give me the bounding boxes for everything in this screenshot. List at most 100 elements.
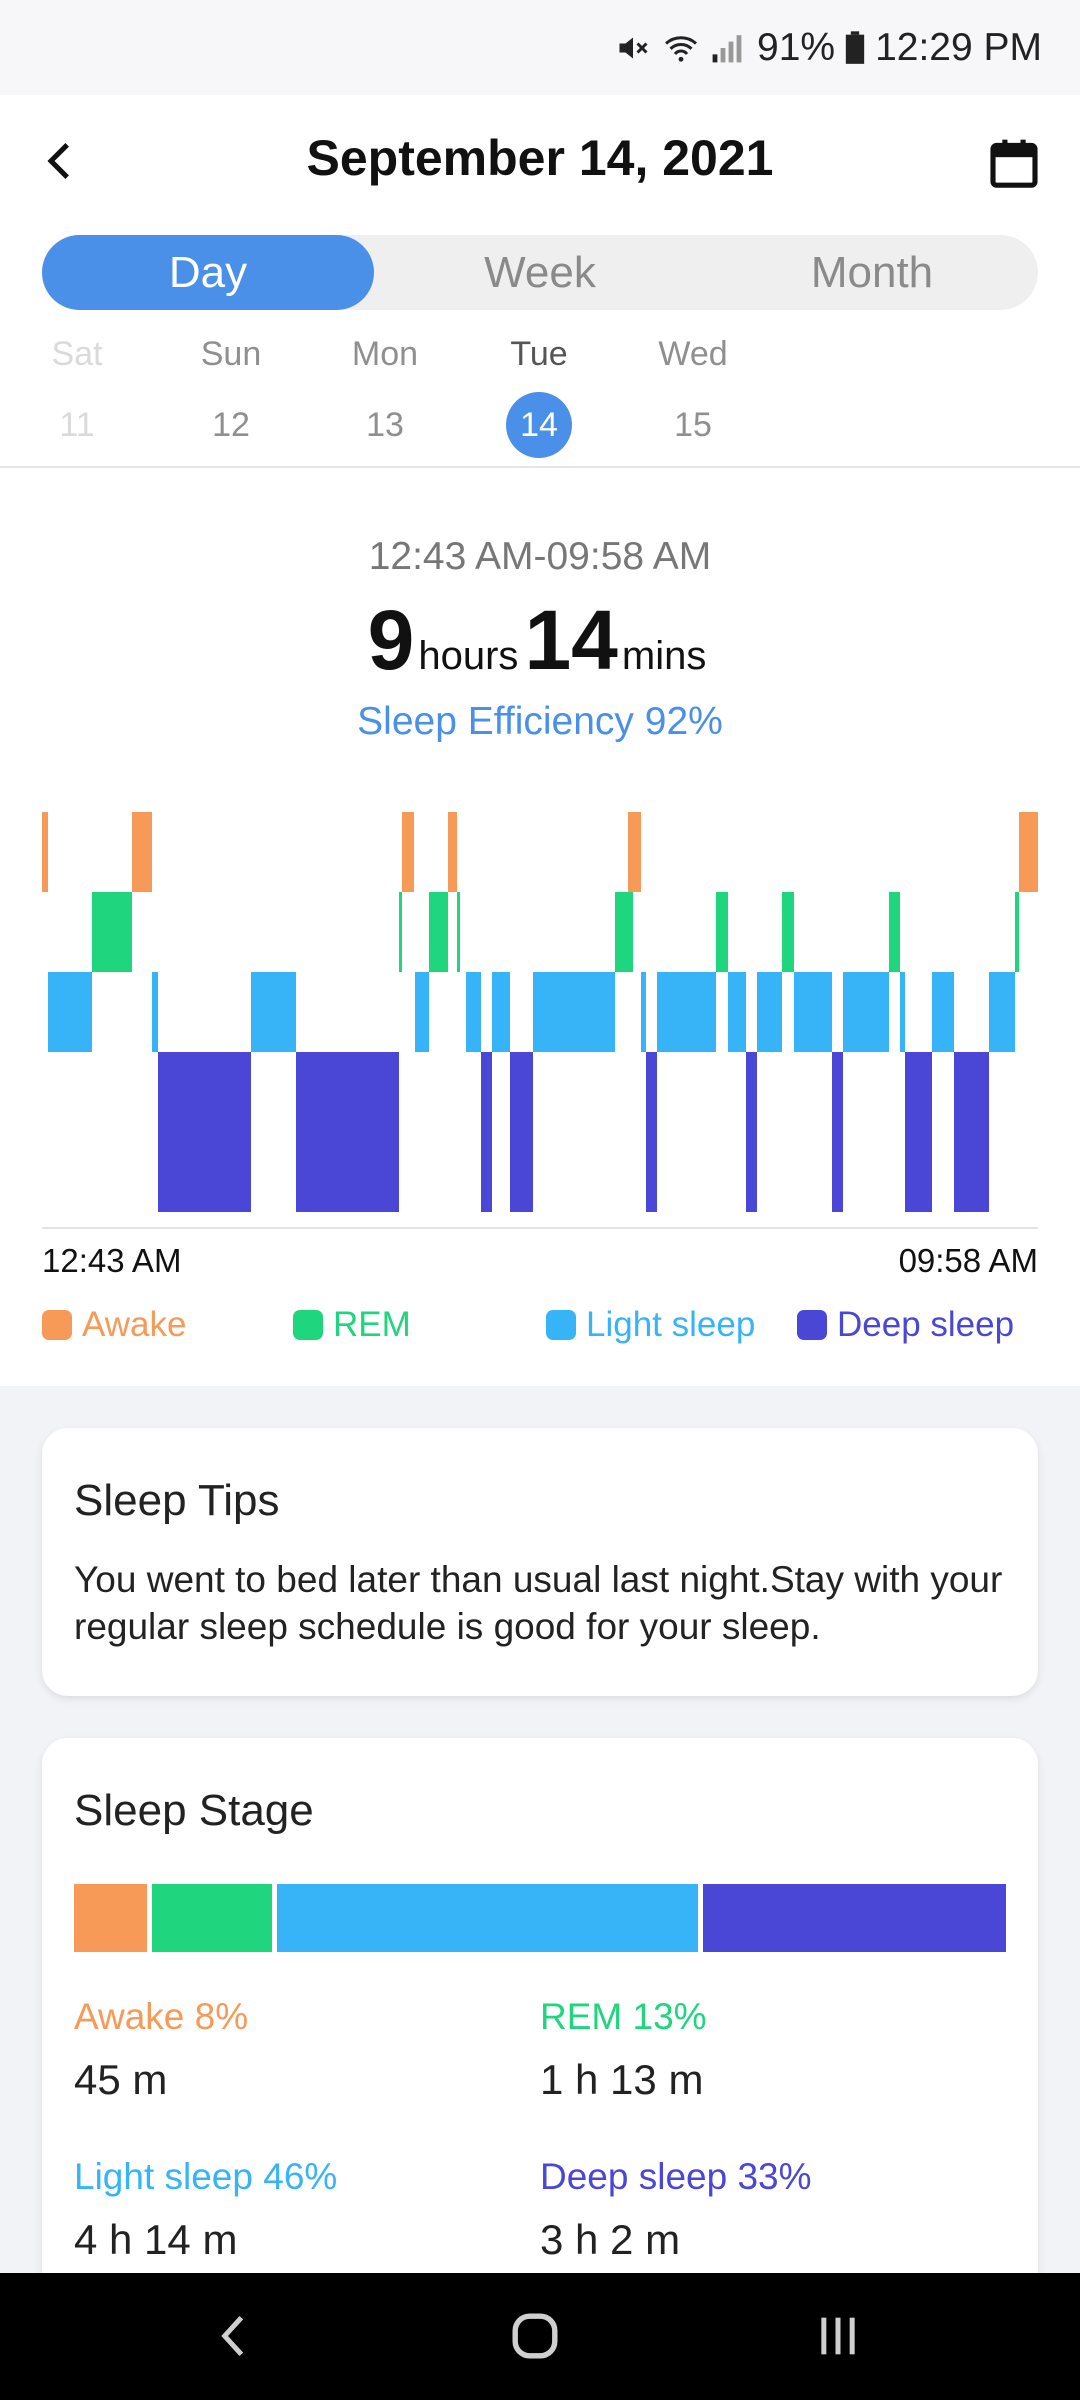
hypnogram-bar-rem	[614, 892, 633, 972]
hypnogram-bar-light-sleep	[842, 972, 889, 1052]
hypnogram-bar-deep-sleep	[295, 1052, 399, 1212]
stat-label: Light sleep 46%	[74, 2156, 338, 2197]
legend-swatch	[797, 1310, 827, 1340]
chart-start-time: 12:43 AM	[42, 1242, 182, 1279]
nav-recents-button[interactable]	[798, 2303, 878, 2369]
hypnogram-bar-rem	[457, 892, 461, 972]
calendar-button[interactable]	[986, 135, 1042, 191]
hypnogram-bar-light-sleep	[656, 972, 717, 1052]
hypnogram-bar-light-sleep	[414, 972, 430, 1052]
tab-month[interactable]: Month	[706, 235, 1038, 310]
nav-back-button[interactable]	[193, 2303, 273, 2369]
legend-rem: REM	[293, 1305, 411, 1345]
period-tabs: Day Week Month	[42, 235, 1038, 310]
hypnogram-bar-rem	[1015, 892, 1020, 972]
date-item-sat[interactable]: Sat 11	[17, 330, 137, 458]
hypnogram-bar-light-sleep	[989, 972, 1016, 1052]
signal-icon	[711, 31, 743, 65]
date-item-tue[interactable]: Tue 14	[479, 330, 599, 458]
hypnogram-bar-awake	[42, 812, 48, 892]
tab-week[interactable]: Week	[374, 235, 706, 310]
mins-unit: mins	[621, 634, 707, 678]
day-name: Sun	[200, 335, 262, 373]
date-item-mon[interactable]: Mon 13	[325, 330, 445, 458]
day-name: Sat	[51, 335, 103, 373]
hypnogram-bar-light-sleep	[899, 972, 905, 1052]
stage-bar-segment	[74, 1884, 148, 1952]
stat-deep-sleep: Deep sleep 33% 3 h 2 m	[540, 2156, 812, 2264]
duration-hours: 9	[367, 593, 415, 687]
sleep-hypnogram	[42, 812, 1038, 1212]
stat-awake: Awake 8% 45 m	[74, 1996, 248, 2104]
battery-icon	[845, 30, 865, 65]
hypnogram-bar-rem	[429, 892, 449, 972]
hypnogram-bar-light-sleep	[640, 972, 646, 1052]
tab-day[interactable]: Day	[42, 235, 374, 310]
date-item-wed[interactable]: Wed 15	[633, 330, 753, 458]
day-number-selected: 14	[506, 392, 572, 458]
sleep-efficiency: Sleep Efficiency 92%	[357, 700, 723, 743]
hypnogram-bar-light-sleep	[47, 972, 92, 1052]
stat-label: Deep sleep 33%	[540, 2156, 812, 2197]
hypnogram-bar-awake	[401, 812, 415, 892]
hypnogram-bar-light-sleep	[757, 972, 783, 1052]
hypnogram-bar-deep-sleep	[645, 1052, 657, 1212]
day-name: Wed	[658, 335, 728, 373]
day-number: 13	[366, 406, 404, 444]
stat-label: Awake 8%	[74, 1996, 249, 2037]
page-title: September 14, 2021	[306, 130, 774, 186]
tips-text: You went to bed later than usual last ni…	[74, 1559, 1003, 1647]
hypnogram-bar-rem	[888, 892, 900, 972]
hypnogram-bar-deep-sleep	[904, 1052, 933, 1212]
legend-label: REM	[333, 1305, 411, 1344]
hypnogram-bar-light-sleep	[728, 972, 747, 1052]
hypnogram-bar-light-sleep	[932, 972, 955, 1052]
calendar-icon	[990, 139, 1038, 188]
stat-value: 45 m	[74, 2056, 168, 2103]
stat-rem: REM 13% 1 h 13 m	[540, 1996, 707, 2104]
day-name: Mon	[351, 335, 419, 373]
system-nav-bar	[0, 2273, 1080, 2400]
hypnogram-bar-deep-sleep	[510, 1052, 534, 1212]
stat-value: 4 h 14 m	[74, 2216, 238, 2263]
hypnogram-bar-awake	[448, 812, 458, 892]
day-number: 11	[59, 406, 95, 444]
date-item-sun[interactable]: Sun 12	[171, 330, 291, 458]
stat-label: REM 13%	[540, 1996, 707, 2037]
sleep-day-panel: Day Week Month Sat 11 Sun 12 Mon 13 Tue …	[0, 230, 1080, 1386]
sleep-duration: 9 hours14 mins	[0, 592, 1080, 689]
chart-axis-line	[42, 1227, 1038, 1229]
hypnogram-bar-awake	[1019, 812, 1038, 892]
mute-icon	[615, 30, 651, 66]
legend-awake: Awake	[42, 1305, 186, 1345]
legend-swatch	[546, 1310, 576, 1340]
hypnogram-bar-rem	[398, 892, 402, 972]
hours-unit: hours	[418, 634, 519, 678]
hypnogram-bar-light-sleep	[151, 972, 158, 1052]
hypnogram-bar-light-sleep	[533, 972, 615, 1052]
hypnogram-bar-deep-sleep	[481, 1052, 493, 1212]
sleep-stage-card: Sleep Stage Awake 8% 45 m REM 13% 1 h 13…	[42, 1738, 1038, 2298]
stage-bar-segment	[276, 1884, 699, 1952]
hypnogram-bar-rem	[716, 892, 729, 972]
legend-deep-sleep: Deep sleep	[797, 1305, 1014, 1345]
stat-value: 1 h 13 m	[540, 2056, 704, 2103]
battery-percent: 91%	[757, 25, 836, 69]
sleep-tips-card: Sleep Tips You went to bed later than us…	[42, 1428, 1038, 1696]
hypnogram-bar-light-sleep	[466, 972, 482, 1052]
legend-label: Light sleep	[586, 1305, 756, 1344]
hypnogram-bar-rem	[91, 892, 132, 972]
status-bar: 91% 12:29 PM	[0, 0, 1080, 95]
stat-value: 3 h 2 m	[540, 2216, 681, 2263]
date-strip: Sat 11 Sun 12 Mon 13 Tue 14 Wed 15	[0, 330, 1080, 460]
stage-bar-segment	[703, 1884, 1006, 1952]
nav-home-button[interactable]	[495, 2303, 575, 2369]
card-title: Sleep Tips	[74, 1476, 280, 1525]
hypnogram-bar-rem	[782, 892, 794, 972]
day-number: 12	[212, 406, 250, 444]
nav-back-icon	[221, 2315, 244, 2357]
legend-light-sleep: Light sleep	[546, 1305, 755, 1345]
legend-label: Awake	[82, 1305, 187, 1344]
card-title: Sleep Stage	[74, 1786, 314, 1835]
nav-recents-icon	[821, 2317, 855, 2355]
